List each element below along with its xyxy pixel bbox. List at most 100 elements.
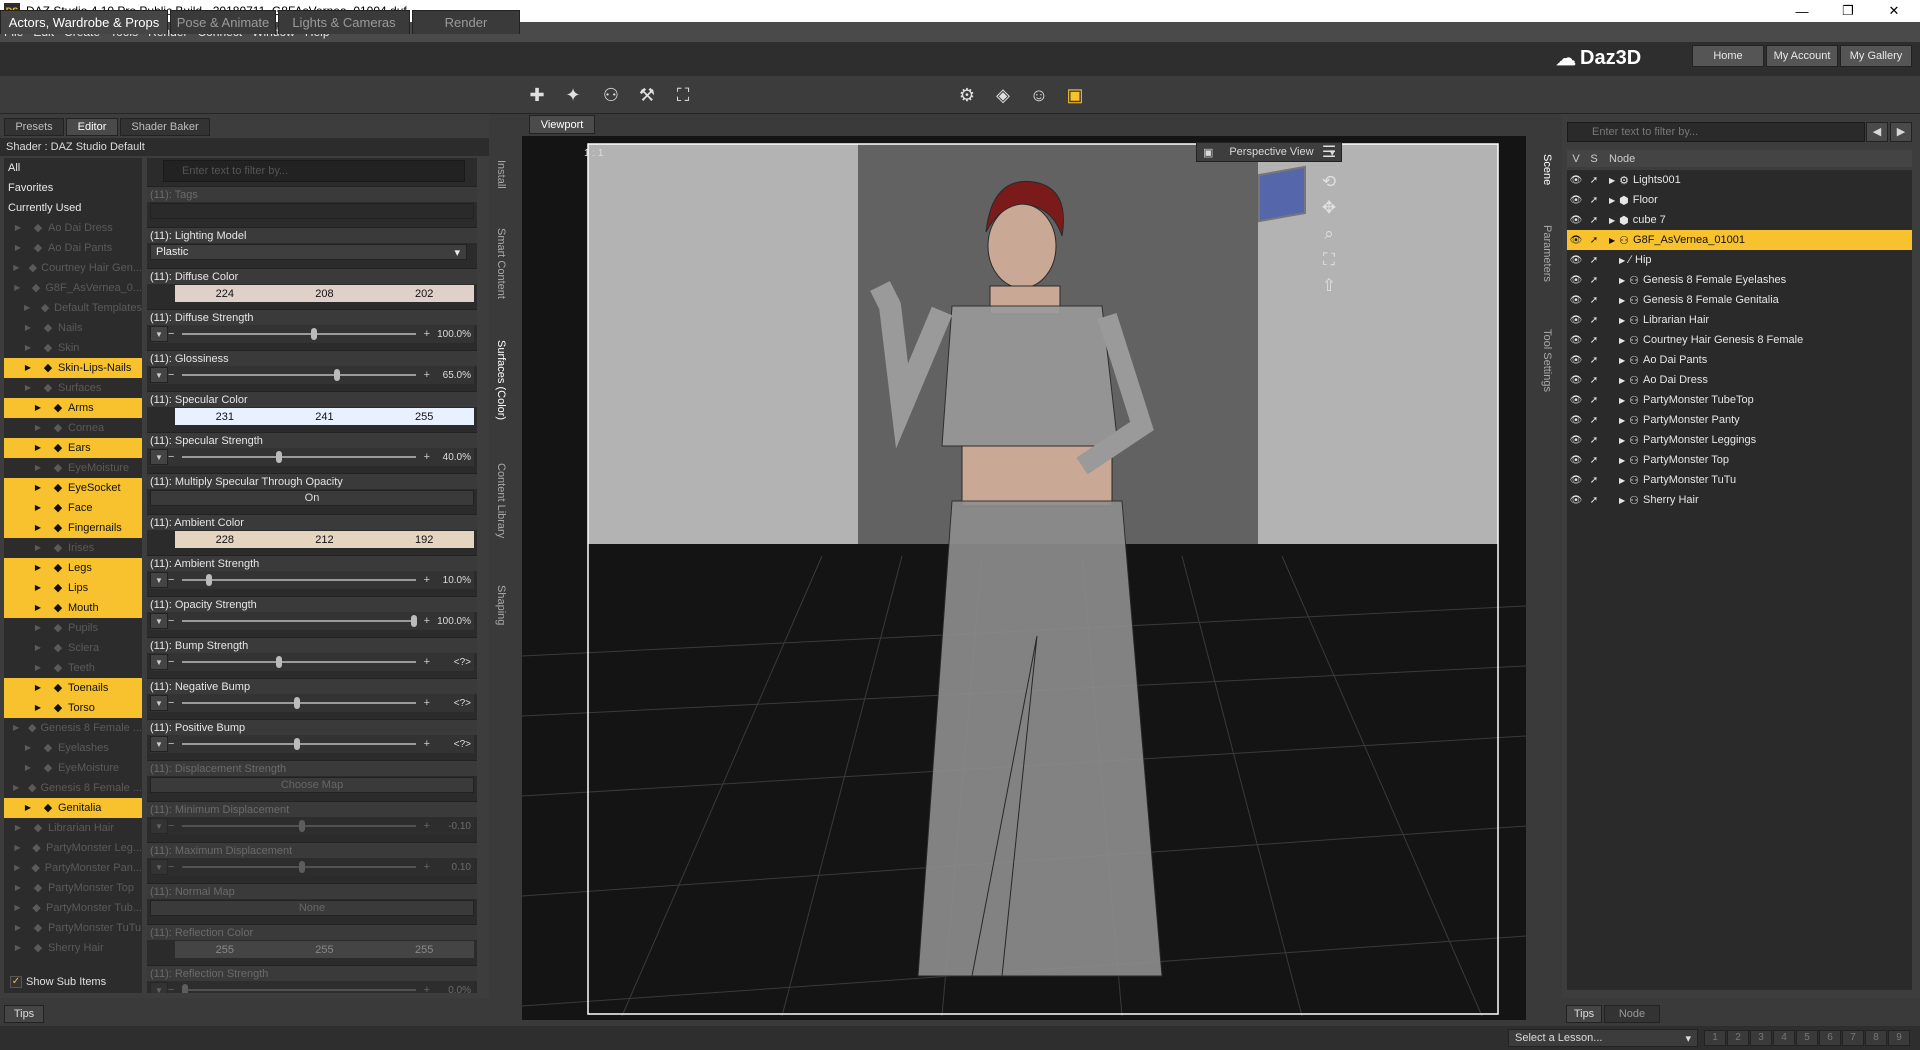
scene-node-row[interactable]: 👁 ➚ ▶ ⚇ Ao Dai Pants bbox=[1567, 350, 1912, 370]
slider-knob[interactable] bbox=[310, 328, 317, 340]
expand-arrow-icon[interactable]: ▶ bbox=[32, 662, 44, 674]
expand-arrow-icon[interactable]: ▶ bbox=[1619, 476, 1625, 485]
expand-arrow-icon[interactable]: ▶ bbox=[22, 382, 34, 394]
eye-icon[interactable]: 👁 bbox=[1567, 455, 1585, 466]
surface-tree-item[interactable]: ▶ ◆ Torso bbox=[4, 698, 142, 718]
slider-value[interactable]: 100.0% bbox=[430, 329, 474, 340]
side-tab-content-library[interactable]: Content Library bbox=[492, 456, 510, 546]
slider-dropdown-icon[interactable]: ▼ bbox=[150, 859, 168, 875]
expand-arrow-icon[interactable]: ▶ bbox=[1619, 256, 1625, 265]
surface-tree-item[interactable]: ▶ ◆ Eyelashes bbox=[4, 738, 142, 758]
view-cube[interactable] bbox=[1258, 165, 1306, 223]
slider-track[interactable] bbox=[182, 328, 416, 340]
show-sub-items-row[interactable]: ✓ Show Sub Items bbox=[4, 972, 142, 992]
slider-dropdown-icon[interactable]: ▼ bbox=[150, 326, 168, 342]
slider-value[interactable]: 100.0% bbox=[430, 616, 474, 627]
expand-arrow-icon[interactable]: ▶ bbox=[1619, 416, 1625, 425]
slider-value[interactable]: <?> bbox=[430, 657, 474, 668]
minus-icon[interactable]: − bbox=[168, 738, 174, 750]
col-node[interactable]: Node bbox=[1603, 153, 1635, 165]
side-tab-tool-settings[interactable]: Tool Settings bbox=[1538, 320, 1556, 400]
pose-tool-icon[interactable]: ⚇ bbox=[598, 82, 624, 108]
slider-knob[interactable] bbox=[275, 451, 282, 463]
cursor-icon[interactable]: ➚ bbox=[1585, 495, 1603, 506]
expand-arrow-icon[interactable]: ▶ bbox=[12, 262, 21, 274]
expand-arrow-icon[interactable]: ▶ bbox=[1619, 456, 1625, 465]
cursor-icon[interactable]: ➚ bbox=[1585, 195, 1603, 206]
minus-icon[interactable]: − bbox=[168, 656, 174, 668]
surface-tree-item[interactable]: ▶ ◆ Nails bbox=[4, 318, 142, 338]
lesson-page-button[interactable]: 7 bbox=[1842, 1030, 1864, 1046]
side-tab-install[interactable]: Install bbox=[492, 146, 510, 202]
home-button[interactable]: Home bbox=[1692, 45, 1764, 67]
eye-icon[interactable]: 👁 bbox=[1567, 315, 1585, 326]
surface-tree-item[interactable]: ▶ ◆ Genesis 8 Female ... bbox=[4, 718, 142, 738]
minus-icon[interactable]: − bbox=[168, 574, 174, 586]
expand-arrow-icon[interactable]: ▶ bbox=[1619, 356, 1625, 365]
property-19[interactable]: (11): Reflection Strength ▼ − +0.0% bbox=[147, 965, 477, 993]
eye-icon[interactable]: 👁 bbox=[1567, 215, 1585, 226]
surface-tree-item[interactable]: ▶ ◆ EyeSocket bbox=[4, 478, 142, 498]
pan-icon[interactable]: ✥ bbox=[1318, 198, 1340, 218]
expand-arrow-icon[interactable]: ▶ bbox=[1619, 376, 1625, 385]
expand-arrow-icon[interactable]: ▶ bbox=[12, 862, 22, 874]
surface-tree-item[interactable]: ▶ ◆ PartyMonster Leg... bbox=[4, 838, 142, 858]
cursor-icon[interactable]: ➚ bbox=[1585, 335, 1603, 346]
eye-icon[interactable]: 👁 bbox=[1567, 175, 1585, 186]
slider-track[interactable] bbox=[182, 861, 416, 873]
tab-presets[interactable]: Presets bbox=[4, 118, 64, 136]
property-5[interactable]: (11): Specular Color 231 241 255 bbox=[147, 391, 477, 432]
slider-track[interactable] bbox=[182, 615, 417, 627]
scene-node-row[interactable]: 👁 ➚ ▶ ⬢ cube 7 bbox=[1567, 210, 1912, 230]
cursor-icon[interactable]: ➚ bbox=[1585, 375, 1603, 386]
zoom-icon[interactable]: ⌕ bbox=[1318, 224, 1340, 244]
slider-knob[interactable] bbox=[299, 861, 305, 873]
tips-tab-left[interactable]: Tips bbox=[4, 1005, 44, 1023]
minus-icon[interactable]: − bbox=[168, 615, 174, 627]
room-tab-actors[interactable]: Actors, Wardrobe & Props bbox=[0, 10, 168, 34]
cursor-icon[interactable]: ➚ bbox=[1585, 175, 1603, 186]
geometry-editor-icon[interactable]: ⛶ bbox=[670, 82, 696, 108]
scene-node-row[interactable]: 👁 ➚ ▶ ⚇ PartyMonster Top bbox=[1567, 450, 1912, 470]
slider-dropdown-icon[interactable]: ▼ bbox=[150, 982, 168, 993]
frame-icon[interactable]: ⛶ bbox=[1318, 250, 1340, 270]
surface-tree-item[interactable]: ▶ ◆ Legs bbox=[4, 558, 142, 578]
slider-value[interactable]: -0.10 bbox=[430, 821, 474, 832]
lesson-page-button[interactable]: 2 bbox=[1727, 1030, 1749, 1046]
property-18[interactable]: (11): Reflection Color 255 255 255 bbox=[147, 924, 477, 965]
expand-arrow-icon[interactable]: ▶ bbox=[22, 322, 34, 334]
minus-icon[interactable]: − bbox=[168, 697, 174, 709]
slider-knob[interactable] bbox=[294, 738, 301, 750]
slider-value[interactable]: 0.0% bbox=[430, 985, 474, 994]
eye-icon[interactable]: 👁 bbox=[1567, 435, 1585, 446]
property-13[interactable]: (11): Positive Bump ▼ − + <?> bbox=[147, 719, 477, 760]
spot-render-icon[interactable]: ✦ bbox=[560, 82, 586, 108]
surface-tree-item[interactable]: ▶ ◆ Ao Dai Pants bbox=[4, 238, 142, 258]
slider-knob[interactable] bbox=[299, 820, 305, 832]
eye-icon[interactable]: 👁 bbox=[1567, 275, 1585, 286]
surface-tree-item[interactable]: ▶ ◆ Genesis 8 Female ... bbox=[4, 778, 142, 798]
surface-tree-item[interactable]: ▶ ◆ Surfaces bbox=[4, 378, 142, 398]
minus-icon[interactable]: − bbox=[168, 984, 174, 993]
surface-tree-item[interactable]: ▶ ◆ Toenails bbox=[4, 678, 142, 698]
expand-arrow-icon[interactable]: ▶ bbox=[22, 362, 34, 374]
property-11[interactable]: (11): Bump Strength ▼ − + <?> bbox=[147, 637, 477, 678]
expand-arrow-icon[interactable]: ▶ bbox=[1609, 236, 1615, 245]
expand-arrow-icon[interactable]: ▶ bbox=[32, 682, 44, 694]
eye-icon[interactable]: 👁 bbox=[1567, 335, 1585, 346]
surface-tree-item[interactable]: ▶ ◆ Teeth bbox=[4, 658, 142, 678]
lesson-page-button[interactable]: 9 bbox=[1888, 1030, 1910, 1046]
maximize-button[interactable]: ❐ bbox=[1828, 0, 1868, 22]
slider-track[interactable] bbox=[182, 451, 416, 463]
surface-tree-item[interactable]: ▶ ◆ Genitalia bbox=[4, 798, 142, 818]
slider-track[interactable] bbox=[182, 984, 416, 993]
surface-tree-item[interactable]: ▶ ◆ Pupils bbox=[4, 618, 142, 638]
expand-arrow-icon[interactable]: ▶ bbox=[12, 882, 24, 894]
reset-view-icon[interactable]: ⇧ bbox=[1318, 276, 1340, 296]
lesson-select[interactable]: Select a Lesson... ▾ bbox=[1508, 1029, 1698, 1047]
checkbox-check-icon[interactable]: ✓ bbox=[10, 976, 22, 988]
expand-arrow-icon[interactable]: ▶ bbox=[1619, 496, 1625, 505]
expand-arrow-icon[interactable]: ▶ bbox=[32, 462, 44, 474]
eye-icon[interactable]: 👁 bbox=[1567, 195, 1585, 206]
cursor-icon[interactable]: ➚ bbox=[1585, 235, 1603, 246]
